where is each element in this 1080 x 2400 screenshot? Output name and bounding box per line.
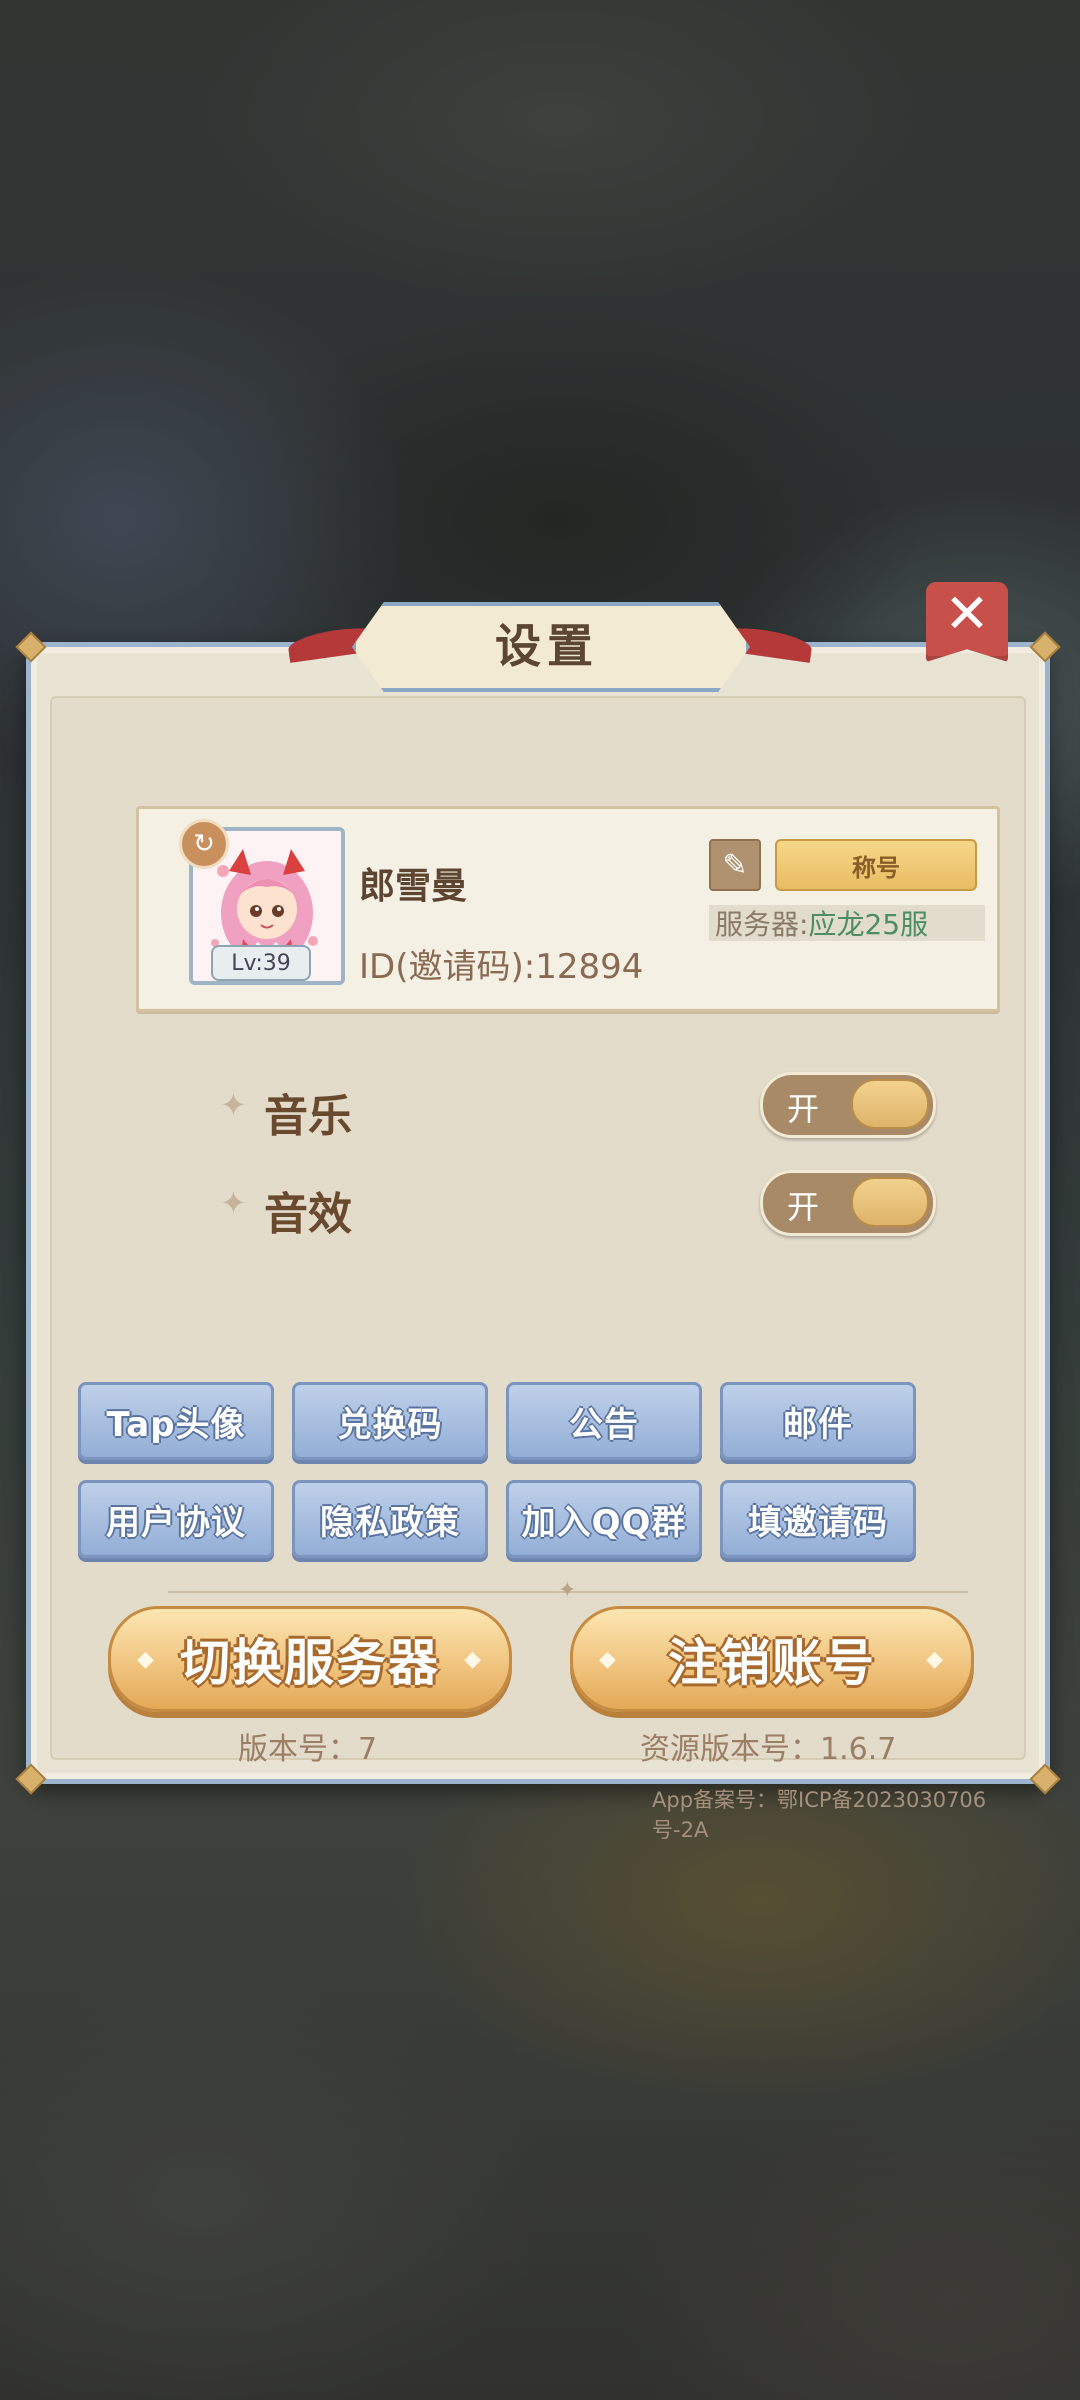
toggle-state: 开	[787, 1188, 820, 1226]
diamond-icon: ◆	[599, 1647, 618, 1672]
star-icon: ✦	[220, 1086, 247, 1124]
redeem-code-button[interactable]: 兑换码	[292, 1382, 488, 1460]
announcement-button[interactable]: 公告	[506, 1382, 702, 1460]
divider-star-icon: ✦	[558, 1578, 577, 1603]
icp-filing: App备案号：鄂ICP备2023030706号-2A	[652, 1788, 987, 1842]
mail-button[interactable]: 邮件	[720, 1382, 916, 1460]
setting-row-sound: ✦ 音效 开	[220, 1170, 940, 1240]
refresh-avatar-button[interactable]: ↻	[179, 819, 229, 869]
cancel-account-button[interactable]: ◆ 注销账号 ◆	[570, 1606, 974, 1712]
setting-label: 音乐	[264, 1091, 352, 1142]
player-id: ID(邀请码):12894	[359, 947, 644, 987]
toggle-knob	[851, 1079, 929, 1129]
resource-version: 资源版本号：1.6.7	[640, 1732, 897, 1767]
enter-invite-code-button[interactable]: 填邀请码	[720, 1480, 916, 1558]
switch-server-button[interactable]: ◆ 切换服务器 ◆	[108, 1606, 512, 1712]
toggle-knob	[851, 1177, 929, 1227]
server-label: 服务器:	[715, 908, 809, 941]
player-name: 郎雪曼	[359, 866, 468, 907]
close-icon: ✕	[944, 582, 990, 645]
version-number: 版本号：7	[238, 1732, 378, 1767]
diamond-icon: ◆	[926, 1647, 945, 1672]
profile-card: ↻ Lv:39 郎雪曼 ID(邀请码):12894 ✎ 称号 服务器: 应龙25…	[136, 806, 1000, 1012]
edit-name-button[interactable]: ✎	[709, 839, 761, 891]
setting-label: 音效	[264, 1189, 352, 1240]
pencil-icon: ✎	[722, 847, 748, 883]
settings-dialog: 设置 ✕ ↻ Lv:39 郎雪曼 ID(邀请码):12894 ✎ 称号 服务器:…	[15, 582, 1061, 1842]
switch-server-label: 切换服务器	[180, 1634, 440, 1692]
dialog-content: ↻ Lv:39 郎雪曼 ID(邀请码):12894 ✎ 称号 服务器: 应龙25…	[50, 696, 1026, 1842]
refresh-icon: ↻	[193, 829, 215, 859]
star-icon: ✦	[220, 1184, 247, 1222]
dialog-title: 设置	[495, 619, 599, 673]
diamond-icon: ◆	[464, 1647, 483, 1672]
join-qq-group-button[interactable]: 加入QQ群	[506, 1480, 702, 1558]
title-button[interactable]: 称号	[775, 839, 977, 891]
user-agreement-button[interactable]: 用户协议	[78, 1480, 274, 1558]
tap-avatar-button[interactable]: Tap头像	[78, 1382, 274, 1460]
cancel-account-label: 注销账号	[668, 1634, 876, 1692]
level-badge: Lv:39	[211, 945, 311, 981]
setting-row-music: ✦ 音乐 开	[220, 1072, 940, 1142]
toggle-state: 开	[787, 1090, 820, 1128]
diamond-icon: ◆	[137, 1647, 156, 1672]
server-info: 服务器: 应龙25服	[709, 905, 985, 941]
privacy-policy-button[interactable]: 隐私政策	[292, 1480, 488, 1558]
music-toggle[interactable]: 开	[760, 1072, 936, 1138]
sound-toggle[interactable]: 开	[760, 1170, 936, 1236]
server-value: 应龙25服	[808, 908, 929, 941]
